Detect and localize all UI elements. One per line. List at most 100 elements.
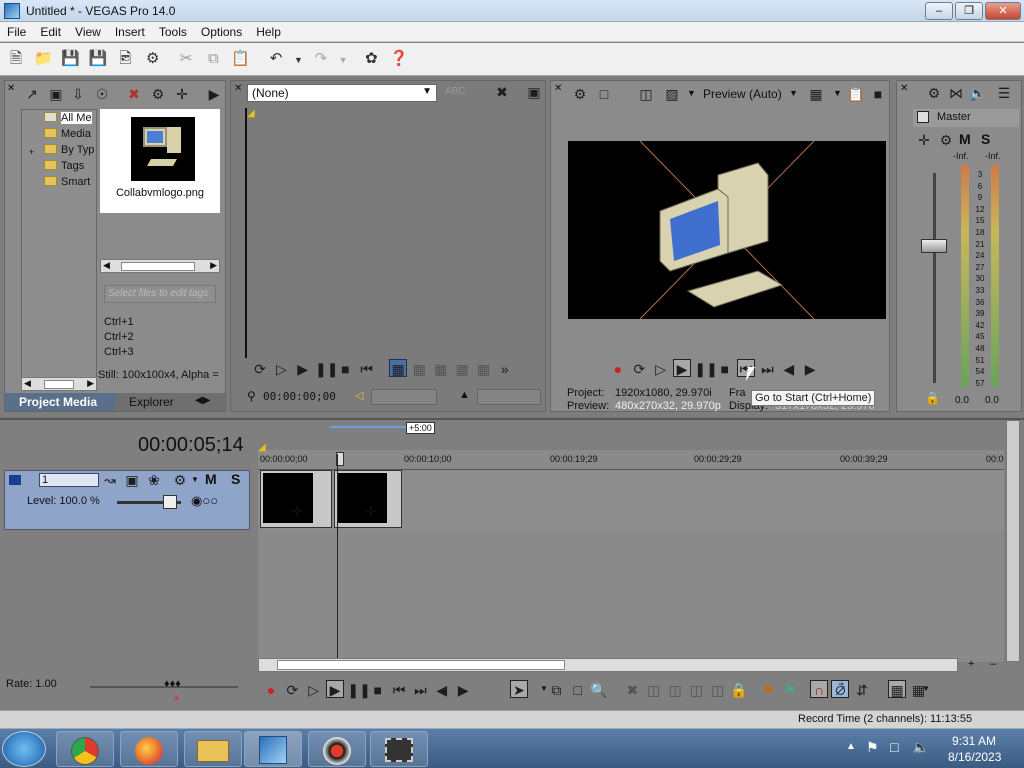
trim-start-icon[interactable]: ◫ bbox=[666, 681, 684, 699]
overwrite-icon[interactable]: ▦ bbox=[453, 360, 471, 378]
lock-envelopes-icon[interactable]: ▦ bbox=[888, 680, 907, 698]
open-icon[interactable]: 📁 bbox=[33, 49, 53, 69]
menu-help[interactable]: Help bbox=[249, 22, 288, 39]
split-icon[interactable]: ◫ bbox=[709, 681, 727, 699]
play-from-start-icon[interactable]: ▷ bbox=[305, 681, 323, 699]
add-to-timeline-icon[interactable]: ▦ bbox=[410, 360, 428, 378]
save-icon[interactable]: 💾 bbox=[61, 49, 81, 69]
import-media-icon[interactable]: ↗ bbox=[23, 85, 41, 103]
auto-crossfade-icon[interactable]: ⦳ bbox=[831, 680, 850, 698]
video-event-2[interactable]: ✛ bbox=[334, 470, 402, 528]
trimmer-dropdown[interactable]: (None) ▼ bbox=[247, 84, 437, 102]
edit-tool-dropdown-icon[interactable]: ▼ bbox=[540, 684, 548, 693]
envelope-tool-icon[interactable]: ⧉ bbox=[547, 681, 565, 699]
play-icon[interactable]: ▶ bbox=[326, 680, 345, 698]
go-to-start-icon[interactable]: ⏮ bbox=[358, 360, 376, 378]
marker-icon[interactable]: ⚑ bbox=[759, 681, 777, 699]
redo-dropdown-icon[interactable]: ▼ bbox=[338, 50, 348, 70]
ripple-dropdown-icon[interactable]: ▼ bbox=[922, 684, 930, 693]
record-icon[interactable]: ● bbox=[262, 681, 280, 699]
event-fx-icon[interactable]: ✛ bbox=[365, 503, 377, 520]
record-icon[interactable]: ● bbox=[609, 360, 627, 378]
overlays-dropdown-icon[interactable]: ▼ bbox=[687, 88, 696, 98]
taskbar-chrome-icon[interactable] bbox=[56, 731, 114, 767]
new-project-icon[interactable]: 🗎 bbox=[6, 49, 26, 69]
grid-icon[interactable]: ▦ bbox=[807, 85, 825, 103]
tray-expand-icon[interactable]: ▲ bbox=[846, 741, 856, 752]
taskbar-video-icon[interactable] bbox=[370, 731, 428, 767]
timeline-hscroll[interactable] bbox=[258, 658, 958, 672]
tabs-scroll-icon[interactable]: ◀▶ bbox=[195, 395, 210, 406]
copy-icon[interactable]: ⧉ bbox=[203, 49, 223, 69]
pause-icon[interactable]: ❚❚ bbox=[347, 681, 370, 699]
next-frame-icon[interactable]: ▶ bbox=[801, 360, 819, 378]
scroll-thumb[interactable] bbox=[44, 380, 74, 389]
zoom-tool-icon[interactable]: 🔍 bbox=[590, 681, 608, 699]
taskbar-record-icon[interactable] bbox=[308, 731, 366, 767]
zoom-out-icon[interactable]: – bbox=[990, 658, 996, 670]
scroll-left-icon[interactable]: ◀ bbox=[103, 260, 110, 271]
menu-edit[interactable]: Edit bbox=[33, 22, 68, 39]
menu-tools[interactable]: Tools bbox=[152, 22, 194, 39]
lock-icon[interactable]: 🔒 bbox=[925, 391, 940, 405]
menu-insert[interactable]: Insert bbox=[108, 22, 152, 39]
track-mute-button[interactable]: M bbox=[205, 471, 217, 487]
stop-icon[interactable]: ■ bbox=[336, 360, 354, 378]
prev-frame-icon[interactable]: ◀ bbox=[780, 360, 798, 378]
scroll-right-icon[interactable]: ▶ bbox=[210, 260, 217, 271]
expand-icon[interactable]: + bbox=[29, 144, 34, 158]
menu-file[interactable]: File bbox=[0, 22, 33, 39]
burn-icon[interactable]: ✿ bbox=[361, 49, 381, 69]
automation-dropdown-icon[interactable]: ▼ bbox=[191, 475, 199, 484]
loop-icon[interactable]: ⟳ bbox=[251, 360, 269, 378]
track-solo-button[interactable]: S bbox=[231, 471, 240, 487]
scroll-thumb[interactable] bbox=[121, 262, 195, 271]
track-motion-icon[interactable]: ▣ bbox=[123, 471, 141, 489]
fit-icon[interactable]: ▦ bbox=[474, 360, 492, 378]
trimmer-out-field[interactable] bbox=[477, 389, 541, 405]
whats-this-help-icon[interactable]: ❓ bbox=[389, 49, 409, 69]
tags-input[interactable]: Select files to edit tags bbox=[104, 285, 216, 303]
save-as-icon[interactable]: 💾 bbox=[88, 49, 108, 69]
hscroll-thumb[interactable] bbox=[277, 660, 565, 670]
taskbar-firefox-icon[interactable] bbox=[120, 731, 178, 767]
media-properties-icon[interactable]: ⚙ bbox=[149, 85, 167, 103]
video-event-1[interactable]: ✛ bbox=[260, 470, 332, 528]
go-to-end-icon[interactable]: ⏭ bbox=[758, 360, 776, 378]
tree-scrollbar[interactable]: ◀ ▶ bbox=[21, 377, 97, 391]
speaker-icon[interactable]: 🔈 bbox=[969, 84, 987, 102]
close-button[interactable]: ✕ bbox=[985, 2, 1021, 20]
start-button[interactable] bbox=[2, 731, 46, 767]
track-fx-icon[interactable]: ↝ bbox=[101, 471, 119, 489]
add-icon[interactable]: ▦ bbox=[432, 360, 450, 378]
preview-properties-icon[interactable]: ⚙ bbox=[571, 85, 589, 103]
tree-item-tags[interactable]: Tags bbox=[22, 158, 96, 174]
stop-icon[interactable]: ■ bbox=[369, 681, 387, 699]
external-monitor-icon[interactable]: □ bbox=[595, 85, 613, 103]
menu-view[interactable]: View bbox=[68, 22, 108, 39]
tree-item-smart[interactable]: Smart bbox=[22, 174, 96, 190]
downmix-icon[interactable]: ⋈ bbox=[947, 84, 965, 102]
timeline-vscroll[interactable] bbox=[1006, 420, 1020, 662]
tree-item-media[interactable]: Media bbox=[22, 126, 96, 142]
mixer-settings-icon[interactable]: ☰ bbox=[995, 84, 1013, 102]
tree-item-by-type[interactable]: + By Typ bbox=[22, 142, 96, 158]
abc-icon[interactable]: ABC bbox=[445, 83, 466, 101]
mixer-properties-icon[interactable]: ⚙ bbox=[925, 84, 943, 102]
loop-icon[interactable]: ⟳ bbox=[283, 681, 301, 699]
panel-close-icon[interactable]: ✕ bbox=[7, 83, 15, 94]
panel-close-icon[interactable]: ✕ bbox=[234, 83, 242, 94]
play-icon[interactable]: ▶ bbox=[294, 360, 312, 378]
prev-frame-icon[interactable]: ◀ bbox=[433, 681, 451, 699]
maximize-button[interactable]: ❐ bbox=[955, 2, 983, 20]
trimmer-menu-icon[interactable]: ▣ bbox=[525, 83, 543, 101]
get-media-icon[interactable]: ⇩ bbox=[69, 85, 87, 103]
panel-close-icon[interactable]: ✕ bbox=[554, 83, 562, 94]
play-media-icon[interactable]: ▶ bbox=[205, 85, 223, 103]
trim-end-icon[interactable]: ◫ bbox=[687, 681, 705, 699]
trimmer-in-field[interactable] bbox=[371, 389, 437, 405]
redo-icon[interactable]: ↷ bbox=[311, 49, 331, 69]
media-file-name[interactable]: Collabvmlogo.png bbox=[100, 187, 220, 199]
master-fader-handle[interactable] bbox=[921, 239, 947, 253]
copy-snapshot-icon[interactable]: 📋 bbox=[847, 85, 865, 103]
